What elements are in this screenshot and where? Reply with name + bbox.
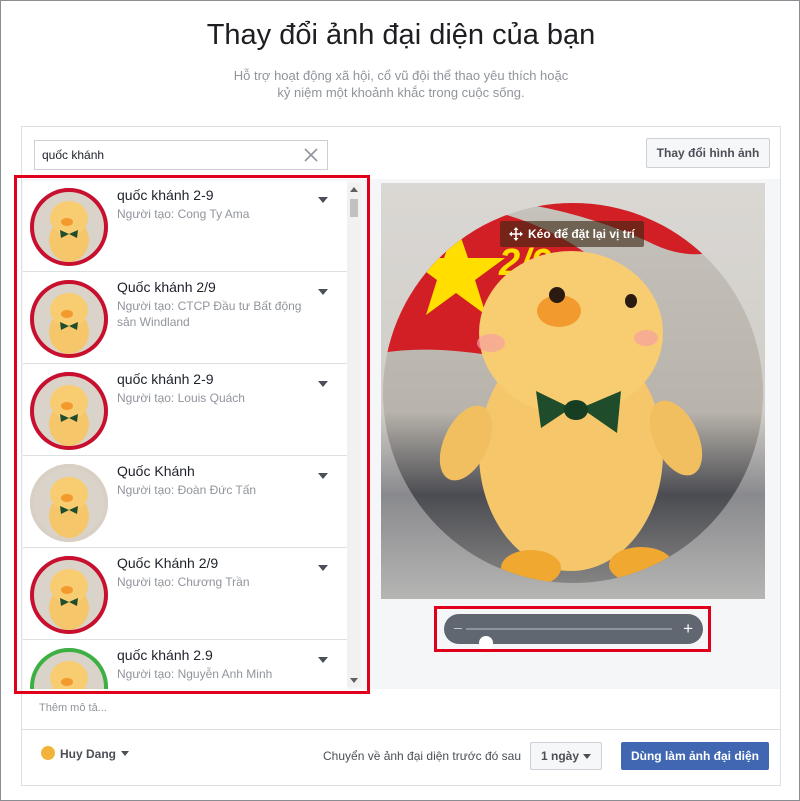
reposition-button[interactable]: Kéo để đặt lại vị trí xyxy=(500,221,644,247)
chevron-down-icon xyxy=(121,751,130,756)
slider-highlight-box xyxy=(434,606,711,652)
list-highlight-box xyxy=(14,175,370,694)
close-icon[interactable] xyxy=(301,145,321,165)
page-title: Thay đổi ảnh đại diện của bạn xyxy=(206,19,596,51)
subtitle-line-1: Hỗ trợ hoạt động xã hội, cổ vũ đội thể t… xyxy=(233,68,569,83)
move-icon xyxy=(509,227,523,241)
search-input-value: quốc khánh xyxy=(42,148,105,162)
chevron-down-icon xyxy=(583,754,591,759)
subtitle-line-2: kỷ niệm một khoảnh khắc trong cuộc sống. xyxy=(277,85,525,100)
search-input[interactable]: quốc khánh xyxy=(34,140,328,170)
duration-dropdown[interactable]: 1 ngày xyxy=(530,742,602,770)
duration-value: 1 ngày xyxy=(541,749,580,763)
description-input[interactable]: Thêm mô tả... xyxy=(39,702,107,714)
footer-divider xyxy=(22,729,780,730)
audience-selector[interactable]: Huy Dang xyxy=(41,746,130,761)
user-name: Huy Dang xyxy=(60,747,117,761)
page-subtitle: Hỗ trợ hoạt động xã hội, cổ vũ đội thể t… xyxy=(201,67,601,101)
set-profile-picture-button[interactable]: Dùng làm ảnh đại diện xyxy=(621,742,769,770)
change-image-button[interactable]: Thay đổi hình ảnh xyxy=(646,138,770,168)
user-avatar-icon xyxy=(41,746,55,760)
reposition-label: Kéo để đặt lại vị trí xyxy=(528,227,635,241)
revert-label: Chuyển về ảnh đại diện trước đó sau xyxy=(323,749,522,763)
